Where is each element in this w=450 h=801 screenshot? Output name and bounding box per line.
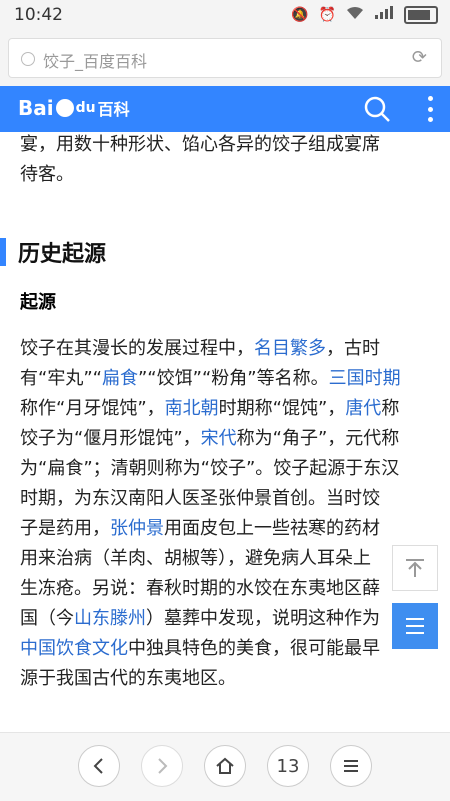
paragraph-line: 生冻疮。另说：春秋时期的水饺在东夷地区薛: [0, 574, 450, 604]
mute-icon: 🔕: [291, 7, 309, 23]
intro-line-1: 宴，用数十种形状、馅心各异的饺子组成宴席: [20, 134, 380, 155]
inline-link[interactable]: 山东滕州: [74, 608, 146, 629]
list-icon: [406, 618, 424, 634]
url-field[interactable]: 饺子_百度百科 ⟳: [8, 38, 442, 78]
toc-button[interactable]: [392, 603, 438, 649]
inline-link[interactable]: 三国时期: [329, 368, 401, 389]
section-accent-bar: [0, 238, 6, 266]
alarm-icon: ⏰: [318, 7, 336, 23]
inline-link[interactable]: 扁食: [102, 368, 138, 389]
text-segment: 国（今: [20, 608, 74, 629]
tabs-button[interactable]: 13: [267, 745, 309, 787]
tab-count: 13: [276, 755, 300, 777]
inline-link[interactable]: 宋代: [201, 428, 237, 449]
arrow-up-icon: [406, 559, 424, 577]
text-segment: 称为“角子”，元代称: [236, 428, 400, 449]
paragraph-line: 源于我国古代的东夷地区。: [0, 664, 450, 694]
search-icon[interactable]: [362, 94, 392, 124]
reload-icon[interactable]: ⟳: [412, 47, 427, 68]
text-segment: 有“牢丸”“: [20, 368, 102, 389]
inline-link[interactable]: 张仲景: [110, 518, 164, 539]
text-segment: 子是药用，: [20, 518, 110, 539]
inline-link[interactable]: 名目繁多: [254, 338, 326, 359]
logo-text-bai: Bai: [18, 96, 54, 120]
text-segment: ）墓葬中发现，说明这种作为: [146, 608, 380, 629]
chevron-right-icon: [158, 758, 168, 774]
status-bar: 10:42 🔕 ⏰: [0, 0, 450, 30]
hamburger-icon: [344, 760, 358, 772]
logo-text-du: du: [75, 100, 96, 116]
section-title: 历史起源: [18, 242, 107, 267]
paragraph-line: 时期，为东汉南阳人医圣张仲景首创。当时饺: [0, 484, 450, 514]
paragraph-line: 中国饮食文化中独具特色的美食，很可能最早: [0, 634, 450, 664]
paragraph-line: 有“牢丸”“扁食”“饺饵”“粉角”等名称。三国时期: [0, 364, 450, 394]
inline-link[interactable]: 唐代: [345, 398, 381, 419]
paragraph-line: 称作“月牙馄饨”，南北朝时期称“馄饨”，唐代称: [0, 394, 450, 424]
inline-link[interactable]: 南北朝: [165, 398, 219, 419]
paragraph-line: 饺子在其漫长的发展过程中，名目繁多，古时: [0, 334, 450, 364]
section-heading: 历史起源: [0, 232, 450, 272]
intro-line-2: 待客。: [20, 164, 74, 185]
status-time: 10:42: [14, 5, 63, 25]
text-segment: 用来治病（羊肉、胡椒等），避免病人耳朵上: [20, 548, 371, 569]
text-segment: 中独具特色的美食，很可能最早: [128, 638, 380, 659]
scroll-top-button[interactable]: [392, 545, 438, 591]
article-content: 宴，用数十种形状、馅心各异的饺子组成宴席 待客。 历史起源 起源 饺子在其漫长的…: [0, 132, 450, 732]
baike-header: Bai du 百科: [0, 86, 450, 132]
paragraph-line: 子是药用，张仲景用面皮包上一些祛寒的药材: [0, 514, 450, 544]
paw-icon: [55, 99, 74, 117]
chevron-left-icon: [93, 758, 103, 774]
status-icons: 🔕 ⏰: [291, 6, 438, 24]
back-button[interactable]: [78, 745, 120, 787]
site-info-icon[interactable]: [21, 52, 35, 66]
text-segment: 为“扁食”；清朝则称为“饺子”。饺子起源于东汉: [20, 458, 400, 479]
subheading: 起源: [20, 292, 56, 313]
logo-text-baike: 百科: [97, 100, 130, 119]
paragraph-line: 饺子为“偃月形馄饨”，宋代称为“角子”，元代称: [0, 424, 450, 454]
text-segment: 称作“月牙馄饨”，: [20, 398, 165, 419]
text-segment: ，古时: [326, 338, 380, 359]
text-segment: 源于我国古代的东夷地区。: [20, 668, 236, 689]
home-icon: [216, 757, 234, 774]
text-segment: 饺子在其漫长的发展过程中，: [20, 338, 254, 359]
forward-button[interactable]: [141, 745, 183, 787]
home-button[interactable]: [204, 745, 246, 787]
more-menu-icon[interactable]: [428, 96, 434, 122]
signal-icon: [374, 6, 394, 24]
text-segment: ”“饺饵”“粉角”等名称。: [137, 368, 329, 389]
origin-paragraph: 饺子在其漫长的发展过程中，名目繁多，古时 有“牢丸”“扁食”“饺饵”“粉角”等名称…: [0, 334, 450, 694]
page-title: 饺子_百度百科: [43, 52, 148, 71]
paragraph-line: 国（今山东滕州）墓葬中发现，说明这种作为: [0, 604, 450, 634]
browser-toolbar: 13: [0, 732, 450, 801]
battery-icon: [404, 6, 438, 24]
text-segment: 时期称“馄饨”，: [218, 398, 346, 419]
paragraph-line: 为“扁食”；清朝则称为“饺子”。饺子起源于东汉: [0, 454, 450, 484]
paragraph-line: 用来治病（羊肉、胡椒等），避免病人耳朵上: [0, 544, 450, 574]
menu-button[interactable]: [330, 745, 372, 787]
text-segment: 称: [381, 398, 400, 419]
address-bar: 饺子_百度百科 ⟳: [0, 30, 450, 86]
text-segment: 时期，为东汉南阳人医圣张仲景首创。当时饺: [20, 488, 380, 509]
text-segment: 用面皮包上一些祛寒的药材: [164, 518, 380, 539]
text-segment: 饺子为“偃月形馄饨”，: [20, 428, 201, 449]
inline-link[interactable]: 中国饮食文化: [20, 638, 128, 659]
text-segment: 生冻疮。另说：春秋时期的水饺在东夷地区薛: [20, 578, 380, 599]
baidu-baike-logo[interactable]: Bai du 百科: [18, 96, 130, 120]
wifi-icon: [346, 6, 364, 24]
